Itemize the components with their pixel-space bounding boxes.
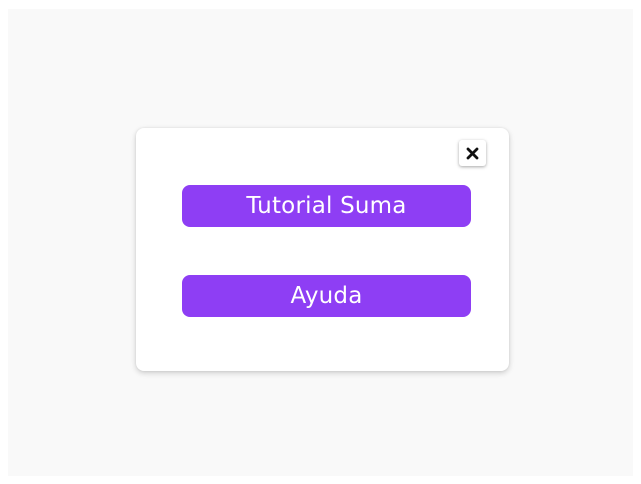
tutorial-suma-label: Tutorial Suma (246, 193, 407, 219)
menu-dialog (136, 128, 509, 371)
tutorial-suma-button[interactable]: Tutorial Suma (182, 185, 471, 227)
help-label: Ayuda (290, 283, 363, 309)
close-button[interactable] (459, 140, 486, 166)
close-icon (466, 147, 479, 160)
help-button[interactable]: Ayuda (182, 275, 471, 317)
